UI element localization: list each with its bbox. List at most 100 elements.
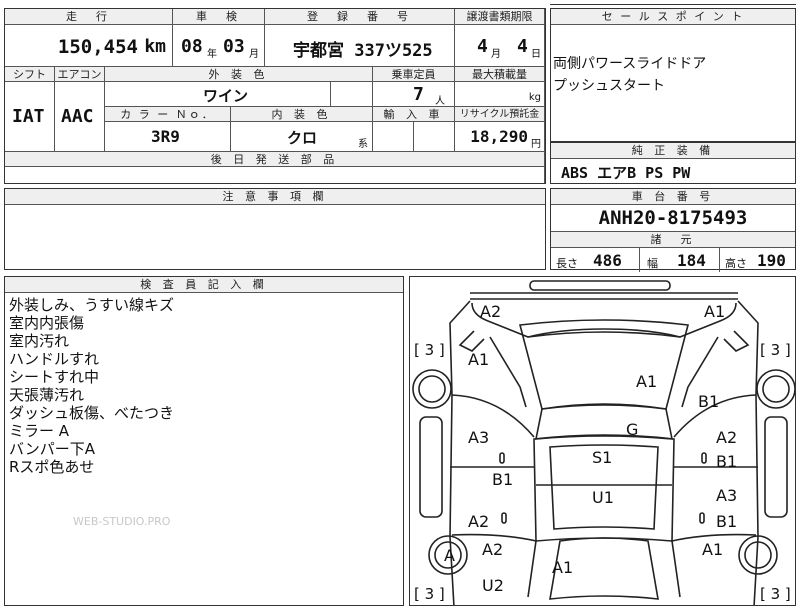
damage-mark: A2: [716, 428, 737, 447]
note-line: 室内内張傷: [9, 314, 85, 332]
damage-mark: A3: [716, 486, 737, 505]
year-unit: 年: [207, 49, 217, 60]
recycle-unit: 円: [531, 139, 541, 150]
max-load-header: 最大積載量: [455, 67, 545, 82]
deadline-month-unit: 月: [491, 49, 501, 60]
recycle-cell: 18,290 円: [455, 122, 545, 152]
note-line: 室内汚れ: [9, 332, 70, 350]
damage-mark: B1: [716, 452, 737, 471]
max-load-cell: kg: [455, 82, 545, 107]
chassis-header: 車 台 番 号: [551, 189, 795, 205]
height-value: 190: [757, 251, 786, 270]
sales-point-box: セ ー ル ス ポ イ ン ト 両側パワースライドドア プッシュスタート: [550, 8, 796, 142]
sales-point-item: プッシュスタート: [553, 78, 665, 94]
note-line: ハンドルすれ: [9, 350, 100, 368]
later-parts-cell: [5, 167, 545, 183]
specs-divider-1: [639, 248, 640, 272]
chassis-box: 車 台 番 号 ANH20-8175493 諸 元 長さ 486 幅 184 高…: [550, 188, 796, 272]
specs-row: 長さ 486 幅 184 高さ 190: [551, 248, 795, 272]
mileage-unit: km: [144, 36, 166, 57]
damage-mark: A1: [552, 558, 573, 577]
vehicle-info-table: 走 行 車 検 登 録 番 号 譲渡書類期限 150,454 km 08 年 0…: [4, 8, 546, 184]
color-no-value: 3R9: [151, 127, 180, 146]
sales-point-list: 両側パワースライドドア プッシュスタート: [551, 25, 795, 97]
damage-mark: A3: [468, 428, 489, 447]
specs-divider-2: [719, 248, 720, 272]
exterior-color-header: 外 装 色: [105, 67, 373, 82]
inspection-year: 08: [181, 36, 203, 57]
tire-right-rear-label: [ 3 ]: [760, 585, 791, 603]
shift-cell: IAT: [5, 82, 55, 152]
damage-mark: U1: [592, 488, 614, 507]
top-edge-line: [550, 0, 796, 5]
capacity-unit: 人: [435, 96, 445, 107]
sales-point-header: セ ー ル ス ポ イ ン ト: [551, 9, 795, 25]
import-cell-2: [414, 122, 455, 152]
height-label: 高さ: [725, 257, 747, 270]
inspector-notes-box: 検 査 員 記 入 欄 外装しみ、うすい線キズ 室内内張傷 室内汚れ ハンドルす…: [4, 276, 404, 606]
deadline-month: 4: [477, 36, 488, 57]
tire-right-front-label: [ 3 ]: [760, 341, 791, 359]
damage-mark: A1: [468, 350, 489, 369]
recycle-value: 18,290: [470, 127, 528, 146]
exterior-color-value: ワイン: [203, 87, 249, 105]
damage-mark: A1: [702, 540, 723, 559]
registration-cell: 宇都宮 337ツ525: [265, 25, 455, 67]
recycle-header: リサイクル預託金: [455, 107, 545, 122]
damage-mark: B1: [716, 512, 737, 531]
registration-header: 登 録 番 号: [265, 9, 455, 25]
standard-equipment-box: 純 正 装 備 ABS エアB PS PW: [550, 142, 796, 184]
damage-mark: A: [444, 546, 455, 565]
later-parts-header: 後 日 発 送 部 品: [5, 152, 545, 167]
inspection-month: 03: [223, 36, 245, 57]
exterior-color-cell: ワイン: [105, 82, 331, 107]
damage-mark: A1: [704, 302, 725, 321]
import-header: 輸 入 車: [373, 107, 455, 122]
notes-box: 注 意 事 項 欄: [4, 188, 546, 270]
inspection-cell: 08 年 03 月: [173, 25, 265, 67]
note-line: 外装しみ、うすい線キズ: [9, 296, 175, 314]
color-no-header: カ ラ ー Ｎｏ．: [105, 107, 231, 122]
month-unit: 月: [249, 49, 259, 60]
damage-mark: G: [626, 420, 638, 439]
mileage-cell: 150,454 km: [5, 25, 173, 67]
width-label: 幅: [647, 257, 658, 270]
note-line: シートすれ中: [9, 368, 100, 386]
aircon-header: エアコン: [55, 67, 105, 82]
aircon-cell: AAC: [55, 82, 105, 152]
sales-point-item: 両側パワースライドドア: [553, 56, 707, 72]
inspector-notes-header: 検 査 員 記 入 欄: [5, 277, 403, 293]
transfer-deadline-header: 譲渡書類期限: [455, 9, 545, 25]
tire-left-front-label: [ 3 ]: [414, 341, 445, 359]
interior-color-value: クロ: [287, 129, 318, 147]
mileage-value: 150,454: [57, 36, 138, 58]
damage-mark: B1: [492, 470, 513, 489]
damage-mark: A2: [480, 302, 501, 321]
length-label: 長さ: [556, 257, 578, 270]
note-line: 天張薄汚れ: [9, 386, 85, 404]
damage-mark: U2: [482, 576, 504, 595]
inspector-notes-list: 外装しみ、うすい線キズ 室内内張傷 室内汚れ ハンドルすれ シートすれ中 天張薄…: [5, 293, 403, 476]
color-no-cell: 3R9: [105, 122, 231, 152]
inspection-header: 車 検: [173, 9, 265, 25]
tire-left-rear-label: [ 3 ]: [414, 585, 445, 603]
damage-mark: A1: [636, 372, 657, 391]
capacity-header: 乗車定員: [373, 67, 455, 82]
deadline-day: 4: [517, 36, 528, 57]
max-load-unit: kg: [528, 92, 541, 103]
shift-value: IAT: [12, 106, 45, 127]
deadline-cell: 4 月 4 日: [455, 25, 545, 67]
damage-mark: S1: [592, 448, 612, 467]
standard-equipment-header: 純 正 装 備: [551, 143, 795, 159]
interior-color-header: 内 装 色: [231, 107, 373, 122]
length-value: 486: [593, 251, 622, 270]
note-line: ミラー A: [9, 422, 70, 440]
mileage-header: 走 行: [5, 9, 173, 25]
shift-header: シフト: [5, 67, 55, 82]
chassis-number: ANH20-8175493: [551, 205, 795, 232]
car-outline-svg: [ 3 ] [ 3 ] [ 3 ] [ 3 ] A2 A1 A1 A1 B1 G…: [412, 280, 795, 605]
damage-mark: B1: [698, 392, 719, 411]
watermark: WEB-STUDIO.PRO: [73, 515, 171, 528]
capacity-value: 7: [413, 84, 424, 105]
notes-header: 注 意 事 項 欄: [5, 189, 545, 205]
